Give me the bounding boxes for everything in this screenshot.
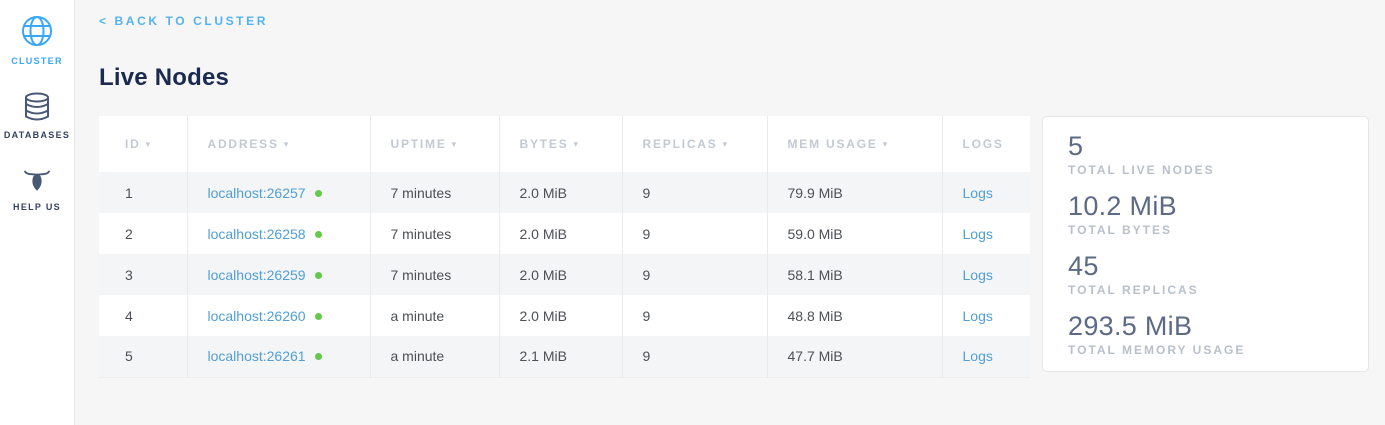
node-id-cell: 2 <box>99 213 187 254</box>
node-live-status-dot <box>315 231 322 238</box>
summary-value: 293.5 MiB <box>1068 310 1348 342</box>
column-header-uptime[interactable]: UPTIME▾ <box>370 116 499 172</box>
node-live-status-dot <box>315 190 322 197</box>
sort-arrow-icon: ▾ <box>723 139 729 149</box>
node-id-cell: 3 <box>99 254 187 295</box>
sidebar-item-cluster[interactable]: CLUSTER <box>11 13 63 66</box>
node-live-status-dot <box>315 353 322 360</box>
table-row: 3 localhost:26259 7 minutes 2.0 MiB 9 58… <box>99 254 1030 295</box>
node-logs-cell: Logs <box>942 213 1030 254</box>
table-header-row: ID▾ ADDRESS▾ UPTIME▾ BYTES▾ REPLICAS▾ ME… <box>99 116 1030 172</box>
content-row: ID▾ ADDRESS▾ UPTIME▾ BYTES▾ REPLICAS▾ ME… <box>99 116 1385 378</box>
column-header-mem-usage[interactable]: MEM USAGE▾ <box>767 116 942 172</box>
sort-arrow-icon: ▾ <box>284 139 290 149</box>
sort-arrow-icon: ▾ <box>452 139 458 149</box>
sidebar: CLUSTER DATABASES HELP US <box>0 0 75 425</box>
page-title: Live Nodes <box>99 64 1385 92</box>
table-row: 1 localhost:26257 7 minutes 2.0 MiB 9 79… <box>99 172 1030 213</box>
node-address-cell: localhost:26259 <box>187 254 370 295</box>
node-bytes-cell: 2.0 MiB <box>499 213 622 254</box>
summary-label: TOTAL MEMORY USAGE <box>1068 343 1348 357</box>
node-address-cell: localhost:26258 <box>187 213 370 254</box>
node-bytes-cell: 2.0 MiB <box>499 254 622 295</box>
globe-icon <box>19 13 55 49</box>
node-logs-link[interactable]: Logs <box>963 267 993 283</box>
node-address-cell: localhost:26261 <box>187 336 370 377</box>
summary-label: TOTAL BYTES <box>1068 223 1348 237</box>
summary-total-memory-usage: 293.5 MiB TOTAL MEMORY USAGE <box>1068 310 1348 357</box>
node-uptime-cell: a minute <box>370 295 499 336</box>
node-logs-cell: Logs <box>942 172 1030 213</box>
node-id-cell: 4 <box>99 295 187 336</box>
node-bytes-cell: 2.0 MiB <box>499 172 622 213</box>
node-live-status-dot <box>315 272 322 279</box>
node-replicas-cell: 9 <box>622 172 767 213</box>
cluster-summary-card: 5 TOTAL LIVE NODES 10.2 MiB TOTAL BYTES … <box>1042 116 1369 372</box>
node-id-cell: 1 <box>99 172 187 213</box>
node-address-link[interactable]: localhost:26261 <box>208 348 306 364</box>
back-to-cluster-link[interactable]: < BACK TO CLUSTER <box>99 14 268 28</box>
node-live-status-dot <box>315 313 322 320</box>
sidebar-item-label: CLUSTER <box>11 56 63 66</box>
column-header-bytes[interactable]: BYTES▾ <box>499 116 622 172</box>
live-nodes-table: ID▾ ADDRESS▾ UPTIME▾ BYTES▾ REPLICAS▾ ME… <box>99 116 1030 378</box>
sidebar-item-databases[interactable]: DATABASES <box>4 91 70 140</box>
node-logs-link[interactable]: Logs <box>963 226 993 242</box>
node-bytes-cell: 2.0 MiB <box>499 295 622 336</box>
node-id-cell: 5 <box>99 336 187 377</box>
summary-value: 45 <box>1068 250 1348 282</box>
node-logs-cell: Logs <box>942 295 1030 336</box>
node-address-link[interactable]: localhost:26257 <box>208 185 306 201</box>
node-mem-usage-cell: 47.7 MiB <box>767 336 942 377</box>
node-replicas-cell: 9 <box>622 336 767 377</box>
node-mem-usage-cell: 79.9 MiB <box>767 172 942 213</box>
column-header-id[interactable]: ID▾ <box>99 116 187 172</box>
column-header-logs: LOGS <box>942 116 1030 172</box>
sidebar-item-label: HELP US <box>13 202 61 212</box>
node-uptime-cell: 7 minutes <box>370 254 499 295</box>
node-bytes-cell: 2.1 MiB <box>499 336 622 377</box>
node-address-link[interactable]: localhost:26259 <box>208 267 306 283</box>
table-row: 5 localhost:26261 a minute 2.1 MiB 9 47.… <box>99 336 1030 377</box>
node-mem-usage-cell: 48.8 MiB <box>767 295 942 336</box>
node-mem-usage-cell: 59.0 MiB <box>767 213 942 254</box>
sidebar-item-help-us[interactable]: HELP US <box>13 165 61 212</box>
bug-icon <box>22 165 52 195</box>
node-mem-usage-cell: 58.1 MiB <box>767 254 942 295</box>
summary-total-bytes: 10.2 MiB TOTAL BYTES <box>1068 190 1348 237</box>
column-header-replicas[interactable]: REPLICAS▾ <box>622 116 767 172</box>
summary-value: 10.2 MiB <box>1068 190 1348 222</box>
sort-arrow-icon: ▾ <box>574 139 580 149</box>
node-address-cell: localhost:26260 <box>187 295 370 336</box>
table-row: 2 localhost:26258 7 minutes 2.0 MiB 9 59… <box>99 213 1030 254</box>
node-logs-link[interactable]: Logs <box>963 308 993 324</box>
summary-label: TOTAL LIVE NODES <box>1068 163 1348 177</box>
node-logs-cell: Logs <box>942 254 1030 295</box>
node-logs-cell: Logs <box>942 336 1030 377</box>
app-window: CLUSTER DATABASES HELP US <box>0 0 1385 425</box>
node-address-link[interactable]: localhost:26260 <box>208 308 306 324</box>
node-replicas-cell: 9 <box>622 254 767 295</box>
node-replicas-cell: 9 <box>622 213 767 254</box>
node-replicas-cell: 9 <box>622 295 767 336</box>
node-logs-link[interactable]: Logs <box>963 348 993 364</box>
node-uptime-cell: a minute <box>370 336 499 377</box>
summary-label: TOTAL REPLICAS <box>1068 283 1348 297</box>
node-uptime-cell: 7 minutes <box>370 213 499 254</box>
summary-total-live-nodes: 5 TOTAL LIVE NODES <box>1068 130 1348 177</box>
main-content: < BACK TO CLUSTER Live Nodes ID▾ ADDRESS… <box>75 0 1385 425</box>
node-logs-link[interactable]: Logs <box>963 185 993 201</box>
column-header-address[interactable]: ADDRESS▾ <box>187 116 370 172</box>
node-uptime-cell: 7 minutes <box>370 172 499 213</box>
node-address-cell: localhost:26257 <box>187 172 370 213</box>
sidebar-item-label: DATABASES <box>4 130 70 140</box>
sort-arrow-icon: ▾ <box>883 139 889 149</box>
node-address-link[interactable]: localhost:26258 <box>208 226 306 242</box>
sort-arrow-icon: ▾ <box>146 139 152 149</box>
table-row: 4 localhost:26260 a minute 2.0 MiB 9 48.… <box>99 295 1030 336</box>
summary-total-replicas: 45 TOTAL REPLICAS <box>1068 250 1348 297</box>
summary-value: 5 <box>1068 130 1348 162</box>
database-icon <box>21 91 53 123</box>
